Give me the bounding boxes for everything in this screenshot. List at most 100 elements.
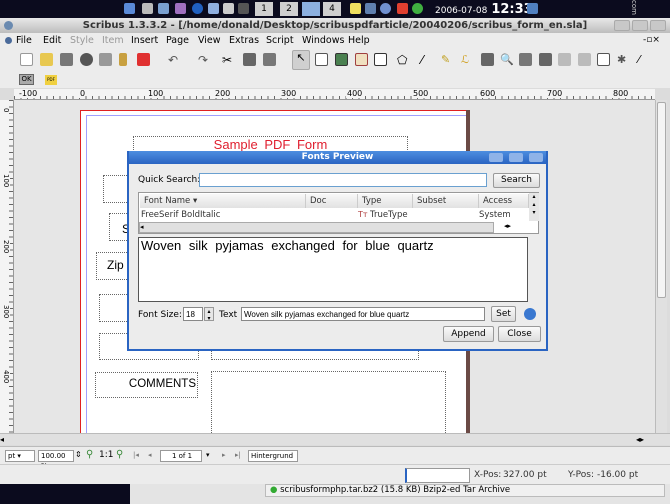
quick-search-input[interactable] bbox=[199, 173, 487, 187]
pdf-button-tool[interactable]: OK bbox=[19, 74, 34, 85]
redo-icon[interactable]: ↷ bbox=[198, 53, 211, 67]
comments-field[interactable] bbox=[211, 371, 446, 433]
new-document-icon[interactable] bbox=[20, 53, 33, 66]
undo-icon[interactable]: ↶ bbox=[168, 53, 181, 67]
unlink-frames-icon[interactable] bbox=[578, 53, 591, 66]
browser-icon[interactable] bbox=[192, 3, 203, 14]
edit-contents-icon[interactable] bbox=[519, 53, 532, 66]
reset-icon[interactable] bbox=[524, 308, 536, 320]
download-item[interactable]: ● scribusformphp.tar.bz2 (15.8 KB) Bzip2… bbox=[265, 484, 665, 497]
layer-select[interactable]: Hintergrund bbox=[248, 450, 298, 462]
menu-edit[interactable]: Edit bbox=[43, 33, 61, 48]
table-row[interactable]: FreeSerif BoldItalic Tт TrueType System bbox=[139, 209, 529, 221]
column-doc[interactable]: Doc bbox=[306, 194, 358, 208]
font-size-stepper[interactable]: ▴ ▾ bbox=[204, 307, 214, 322]
select-tool-icon[interactable]: ↖ bbox=[292, 50, 310, 70]
dialog-close-button[interactable] bbox=[529, 153, 543, 162]
window-menu-icon[interactable] bbox=[4, 21, 13, 30]
vertical-ruler[interactable]: 0 100 200 300 400 bbox=[0, 100, 14, 433]
column-type[interactable]: Type bbox=[358, 194, 413, 208]
save-icon[interactable] bbox=[60, 53, 73, 66]
freehand-icon[interactable]: ℒ bbox=[461, 53, 474, 66]
vertical-scrollbar[interactable] bbox=[655, 100, 667, 433]
edit-text-icon[interactable] bbox=[539, 53, 552, 66]
horizontal-scrollbar[interactable]: ◂ ◂▸ bbox=[0, 433, 670, 445]
zoom-icon[interactable]: 🔍 bbox=[500, 53, 514, 66]
unit-select[interactable]: pt ▾ bbox=[5, 450, 35, 462]
help-button[interactable] bbox=[489, 153, 503, 162]
pda-icon[interactable] bbox=[365, 3, 376, 14]
scroll-arrows-icon[interactable]: ◂▸ bbox=[636, 435, 644, 444]
horizontal-ruler[interactable]: -100 0 100 200 300 400 500 600 700 800 bbox=[14, 89, 655, 100]
close-document-icon[interactable] bbox=[80, 53, 93, 66]
export-pdf-icon[interactable] bbox=[137, 53, 150, 66]
polygon-icon[interactable]: ⬠ bbox=[397, 53, 410, 67]
table-icon[interactable] bbox=[355, 53, 368, 66]
menu-extras[interactable]: Extras bbox=[229, 33, 259, 48]
mail-icon[interactable] bbox=[158, 3, 169, 14]
menu-insert[interactable]: Insert bbox=[131, 33, 158, 48]
copy-icon[interactable] bbox=[243, 53, 256, 66]
search-button[interactable]: Search bbox=[493, 173, 540, 188]
comments-label-frame[interactable]: COMMENTS bbox=[95, 372, 198, 398]
print-icon[interactable] bbox=[99, 53, 112, 66]
files-icon[interactable] bbox=[208, 3, 219, 14]
monitor-icon[interactable] bbox=[238, 3, 249, 14]
settings-icon[interactable] bbox=[175, 3, 186, 14]
menu-script[interactable]: Script bbox=[266, 33, 294, 48]
next-page-icon[interactable]: ▸ bbox=[222, 451, 226, 459]
shape-icon[interactable] bbox=[374, 53, 387, 66]
workspace-1[interactable]: 1 bbox=[255, 2, 273, 16]
warning-icon[interactable] bbox=[397, 3, 408, 14]
prev-page-icon[interactable]: ◂ bbox=[148, 451, 152, 459]
menu-page[interactable]: Page bbox=[166, 33, 189, 48]
zoom-out-icon[interactable]: ⚲ bbox=[86, 449, 93, 460]
preflight-icon[interactable] bbox=[119, 53, 127, 66]
notes-icon[interactable] bbox=[350, 3, 361, 14]
first-page-icon[interactable]: |◂ bbox=[133, 451, 139, 459]
workspace-3[interactable]: 3 bbox=[302, 2, 320, 16]
measure-icon[interactable] bbox=[597, 53, 610, 66]
clock[interactable]: 2006-07-08 12:33 bbox=[435, 2, 533, 17]
line-icon[interactable]: ⁄ bbox=[421, 53, 434, 67]
column-subset[interactable]: Subset bbox=[413, 194, 479, 208]
scrollbar-thumb[interactable] bbox=[657, 102, 666, 298]
workspace-4[interactable]: 4 bbox=[323, 2, 341, 16]
dialog-titlebar[interactable]: Fonts Preview bbox=[129, 151, 546, 164]
scroll-left-icon[interactable]: ◂ bbox=[0, 435, 4, 444]
column-access[interactable]: Access bbox=[479, 194, 529, 208]
page-dropdown-icon[interactable]: ▾ bbox=[206, 451, 210, 459]
bezier-icon[interactable]: ✎ bbox=[441, 53, 454, 66]
app-launcher-icon[interactable] bbox=[124, 3, 135, 14]
menu-file[interactable]: File bbox=[16, 33, 32, 48]
menu-style[interactable]: Style bbox=[70, 33, 94, 48]
append-button[interactable]: Append bbox=[443, 326, 494, 342]
link-frames-icon[interactable] bbox=[558, 53, 571, 66]
dialog-maximize-button[interactable] bbox=[509, 153, 523, 162]
close-button[interactable]: Close bbox=[498, 326, 541, 342]
last-page-icon[interactable]: ▸| bbox=[235, 451, 241, 459]
rotate-icon[interactable] bbox=[481, 53, 494, 66]
eyedropper-icon[interactable]: ⁄ bbox=[638, 53, 651, 66]
workspace-2[interactable]: 2 bbox=[280, 2, 298, 16]
zoom-input[interactable]: 100.00 % bbox=[38, 450, 74, 470]
table-hscroll[interactable]: ◂ bbox=[139, 222, 494, 233]
zoom-100-button[interactable]: 1:1 bbox=[99, 450, 113, 460]
image-frame-icon[interactable] bbox=[335, 53, 348, 66]
table-vscroll[interactable]: ▴ ▴ ▾ bbox=[529, 193, 539, 221]
menu-windows[interactable]: Windows bbox=[302, 33, 344, 48]
minimize-button[interactable] bbox=[614, 20, 630, 31]
volume-icon[interactable] bbox=[380, 3, 391, 14]
font-size-input[interactable] bbox=[183, 307, 203, 321]
set-button[interactable]: Set bbox=[491, 306, 516, 322]
zip-label-frame[interactable]: Zip bbox=[96, 252, 131, 280]
table-hscroll-arrows[interactable]: ◂▸ bbox=[504, 222, 524, 233]
copy-properties-icon[interactable]: ✱ bbox=[617, 53, 630, 66]
text-frame-icon[interactable] bbox=[315, 53, 328, 66]
paste-icon[interactable] bbox=[263, 53, 276, 66]
terminal-icon[interactable] bbox=[142, 3, 153, 14]
window-titlebar[interactable]: Scribus 1.3.3.2 - [/home/donald/Desktop/… bbox=[0, 18, 670, 33]
zoom-stepper[interactable]: ⇕ bbox=[75, 450, 82, 459]
cut-icon[interactable]: ✂ bbox=[222, 53, 235, 67]
menu-view[interactable]: View bbox=[198, 33, 221, 48]
